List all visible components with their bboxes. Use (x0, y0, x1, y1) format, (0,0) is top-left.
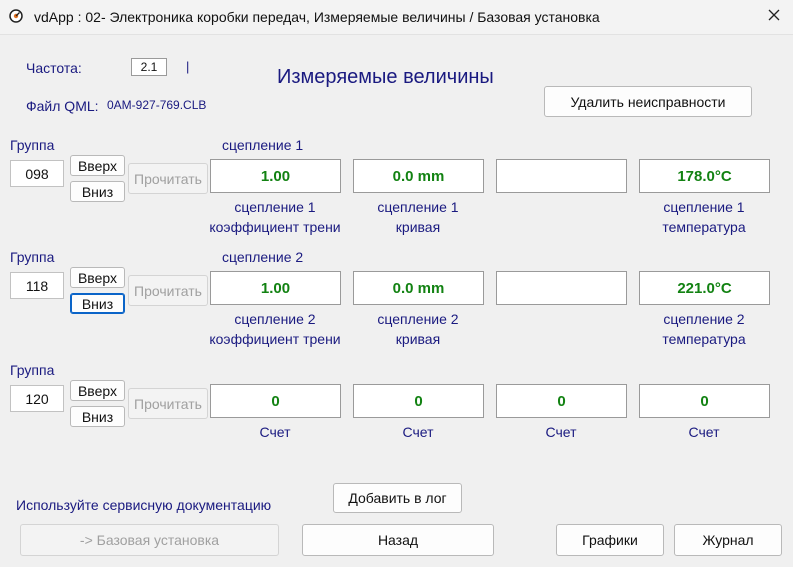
value-caption-line2: коэффициент трени (209, 331, 341, 347)
measured-value-field: 1.00 (210, 159, 341, 193)
value-caption-line1: сцепление 2 (234, 311, 316, 327)
frequency-label: Частота: (26, 60, 82, 76)
group-label: Группа (10, 362, 55, 378)
group-section-title: сцепление 1 (222, 137, 304, 153)
group-number-input[interactable]: 120 (10, 385, 64, 412)
qml-file-label: Файл QML: (26, 98, 99, 114)
group-section-title: сцепление 2 (222, 249, 304, 265)
frequency-marker: | (186, 59, 190, 74)
value-caption-line1: Счет (688, 424, 720, 440)
journal-button[interactable]: Журнал (674, 524, 782, 556)
back-button[interactable]: Назад (302, 524, 494, 556)
value-caption-line1: сцепление 1 (377, 199, 459, 215)
window-title: vdApp : 02- Электроника коробки передач,… (34, 9, 600, 25)
measured-value-field (496, 271, 627, 305)
value-caption-line1: Счет (402, 424, 434, 440)
close-button[interactable] (756, 0, 792, 34)
close-icon (768, 8, 780, 26)
value-caption-line1: сцепление 1 (234, 199, 316, 215)
value-caption-line1: сцепление 1 (663, 199, 745, 215)
group-up-button[interactable]: Вверх (70, 267, 125, 288)
group-up-button[interactable]: Вверх (70, 155, 125, 176)
title-bar: vdApp : 02- Электроника коробки передач,… (0, 0, 793, 35)
group-read-button[interactable]: Прочитать (128, 163, 208, 194)
group-down-button[interactable]: Вниз (70, 293, 125, 314)
value-caption-line1: Счет (259, 424, 291, 440)
measured-value-field: 0 (639, 384, 770, 418)
measured-value-field: 0 (496, 384, 627, 418)
service-doc-text: Используйте сервисную документацию (16, 497, 272, 513)
frequency-value: 2.1 (131, 58, 167, 76)
qml-file-value: 0AM-927-769.CLB (107, 98, 207, 112)
group-up-button[interactable]: Вверх (70, 380, 125, 401)
value-caption-line1: Счет (545, 424, 577, 440)
page-title: Измеряемые величины (277, 66, 494, 88)
value-caption-line2: температура (662, 331, 746, 347)
measured-value-field: 1.00 (210, 271, 341, 305)
group-number-input[interactable]: 098 (10, 160, 64, 187)
group-label: Группа (10, 249, 55, 265)
group-label: Группа (10, 137, 55, 153)
measured-value-field: 178.0°C (639, 159, 770, 193)
graphs-button[interactable]: Графики (556, 524, 664, 556)
value-caption-line1: сцепление 2 (663, 311, 745, 327)
tachometer-icon (9, 9, 23, 23)
group-down-button[interactable]: Вниз (70, 406, 125, 427)
measured-value-field: 0.0 mm (353, 159, 484, 193)
value-caption-line2: коэффициент трени (209, 219, 341, 235)
value-caption-line2: кривая (395, 219, 441, 235)
measured-value-field (496, 159, 627, 193)
group-read-button[interactable]: Прочитать (128, 388, 208, 419)
value-caption-line2: температура (662, 219, 746, 235)
add-to-log-button[interactable]: Добавить в лог (333, 483, 462, 513)
clear-faults-button[interactable]: Удалить неисправности (544, 86, 752, 117)
group-number-input[interactable]: 118 (10, 272, 64, 299)
value-caption-line2: кривая (395, 331, 441, 347)
measured-value-field: 221.0°C (639, 271, 770, 305)
measured-value-field: 0 (353, 384, 484, 418)
measured-value-field: 0.0 mm (353, 271, 484, 305)
measured-value-field: 0 (210, 384, 341, 418)
group-read-button[interactable]: Прочитать (128, 275, 208, 306)
group-down-button[interactable]: Вниз (70, 181, 125, 202)
basic-setting-button[interactable]: -> Базовая установка (20, 524, 279, 556)
value-caption-line1: сцепление 2 (377, 311, 459, 327)
